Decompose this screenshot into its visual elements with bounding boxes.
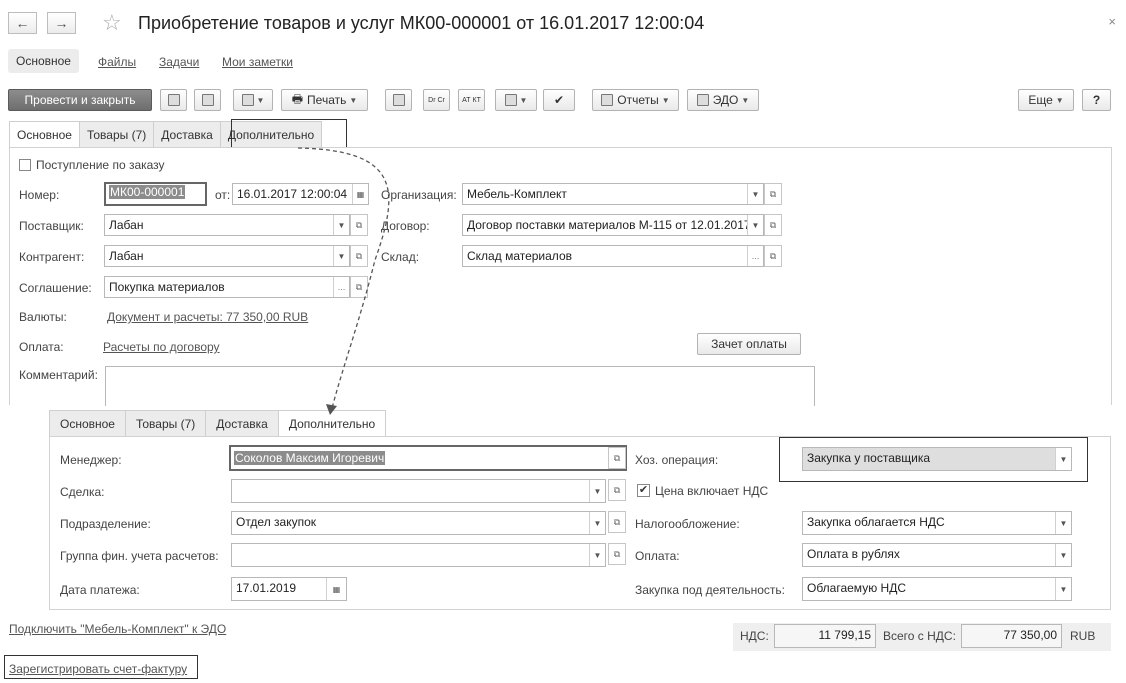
total-label: Всего с НДС: <box>883 629 956 643</box>
currency-code: RUB <box>1070 629 1096 643</box>
callout-arrow <box>297 147 390 415</box>
connect-edo-link[interactable]: Подключить "Мебель-Комплект" к ЭДО <box>9 622 226 636</box>
register-invoice-highlight <box>4 655 198 679</box>
vat-value: 11 799,15 <box>774 624 876 648</box>
vat-label: НДС: <box>740 629 769 643</box>
total-value: 77 350,00 <box>961 624 1062 648</box>
